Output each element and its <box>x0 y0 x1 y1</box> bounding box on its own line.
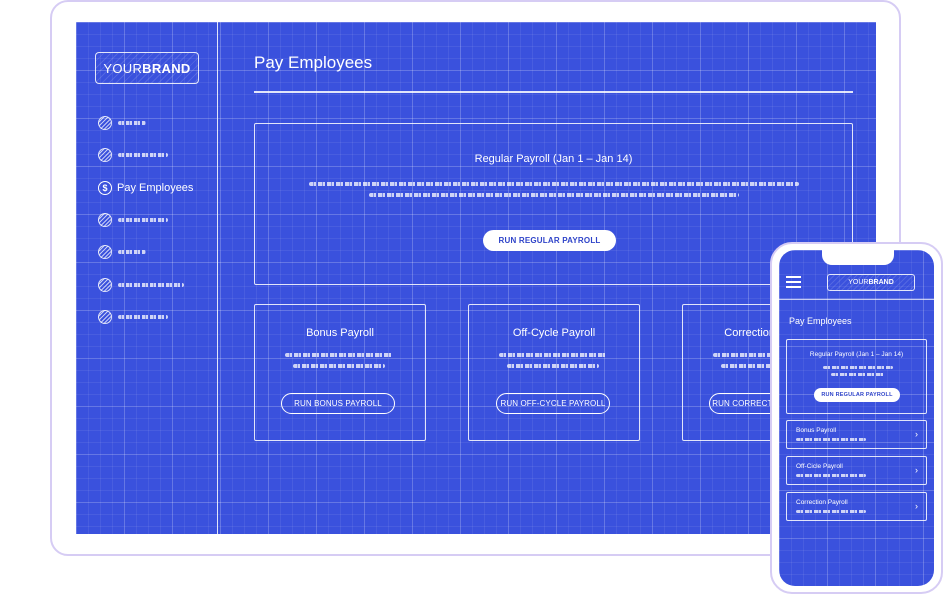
title-divider <box>254 91 853 93</box>
phone-notch <box>822 250 894 265</box>
placeholder-icon <box>98 278 112 292</box>
bonus-payroll-card: Bonus Payroll RUN BONUS PAYROLL <box>254 304 426 441</box>
phone-screen: YOUR BRAND Pay Employees Regular Payroll … <box>779 250 934 586</box>
chevron-right-icon: › <box>915 465 918 475</box>
chevron-right-icon: › <box>915 429 918 439</box>
description-placeholder <box>309 182 799 186</box>
description-placeholder <box>285 353 393 357</box>
mobile-off-cycle-payroll-title: Off-Cicle Payroll <box>796 463 843 470</box>
sidebar-item-1[interactable] <box>98 114 146 132</box>
brand-part1: YOUR <box>103 60 143 76</box>
mobile-bonus-payroll-title: Bonus Payroll <box>796 427 837 434</box>
regular-payroll-title: Regular Payroll (Jan 1 – Jan 14) <box>474 153 633 165</box>
brand-part2: BRAND <box>868 279 894 286</box>
description-placeholder <box>796 438 866 441</box>
brand-part2: BRAND <box>142 60 191 76</box>
sidebar-item-7[interactable] <box>98 308 168 326</box>
description-placeholder <box>823 366 893 369</box>
mobile-page-title: Pay Employees <box>789 316 852 326</box>
description-placeholder <box>499 353 607 357</box>
header-divider <box>779 299 934 300</box>
description-placeholder <box>369 193 739 197</box>
off-cycle-payroll-title: Off-Cycle Payroll <box>512 327 596 339</box>
brand-logo[interactable]: YOUR BRAND <box>95 52 199 84</box>
mobile-run-regular-payroll-button[interactable]: RUN REGULAR PAYROLL <box>814 388 900 402</box>
description-placeholder <box>831 373 885 376</box>
placeholder-icon <box>98 310 112 324</box>
sidebar-item-placeholder-text <box>118 121 146 125</box>
sidebar-item-6[interactable] <box>98 276 184 294</box>
regular-payroll-card: Regular Payroll (Jan 1 – Jan 14) RUN REG… <box>254 123 853 285</box>
placeholder-icon <box>98 213 112 227</box>
mobile-regular-payroll-title: Regular Payroll (Jan 1 – Jan 14) <box>809 351 904 358</box>
mobile-off-cycle-payroll-row[interactable]: Off-Cicle Payroll › <box>786 456 927 485</box>
mobile-correction-payroll-title: Correction Payroll <box>796 499 848 506</box>
desktop-screen: YOUR BRAND $ Pay Employees Pay Employees… <box>76 22 876 534</box>
mobile-bonus-payroll-row[interactable]: Bonus Payroll › <box>786 420 927 449</box>
description-placeholder <box>507 364 599 368</box>
description-placeholder <box>796 474 866 477</box>
dollar-icon: $ <box>98 181 112 195</box>
placeholder-icon <box>98 148 112 162</box>
sidebar-item-placeholder-text <box>118 218 168 222</box>
sidebar-item-pay-employees[interactable]: $ Pay Employees <box>98 179 193 197</box>
sidebar-item-placeholder-text <box>118 315 168 319</box>
placeholder-icon <box>98 245 112 259</box>
description-placeholder <box>796 510 866 513</box>
off-cycle-payroll-card: Off-Cycle Payroll RUN OFF-CYCLE PAYROLL <box>468 304 640 441</box>
mobile-regular-payroll-card: Regular Payroll (Jan 1 – Jan 14) RUN REG… <box>786 339 927 414</box>
sidebar: YOUR BRAND $ Pay Employees <box>76 22 218 534</box>
sidebar-item-placeholder-text <box>118 283 184 287</box>
placeholder-icon <box>98 116 112 130</box>
run-bonus-payroll-button[interactable]: RUN BONUS PAYROLL <box>281 393 395 414</box>
page-title: Pay Employees <box>254 53 373 72</box>
run-regular-payroll-button[interactable]: RUN REGULAR PAYROLL <box>483 230 616 251</box>
sidebar-item-placeholder-text <box>118 153 168 157</box>
mobile-brand-logo[interactable]: YOUR BRAND <box>827 274 915 291</box>
bonus-payroll-title: Bonus Payroll <box>306 327 374 339</box>
description-placeholder <box>293 364 385 368</box>
sidebar-item-placeholder-text <box>118 250 146 254</box>
sidebar-item-4[interactable] <box>98 211 168 229</box>
mobile-correction-payroll-row[interactable]: Correction Payroll › <box>786 492 927 521</box>
run-off-cycle-payroll-button[interactable]: RUN OFF-CYCLE PAYROLL <box>496 393 610 414</box>
hamburger-menu-icon[interactable] <box>786 276 801 288</box>
chevron-right-icon: › <box>915 501 918 511</box>
sidebar-item-5[interactable] <box>98 243 146 261</box>
brand-part1: YOUR <box>848 279 869 286</box>
sidebar-item-2[interactable] <box>98 146 168 164</box>
sidebar-item-label: Pay Employees <box>117 182 194 194</box>
